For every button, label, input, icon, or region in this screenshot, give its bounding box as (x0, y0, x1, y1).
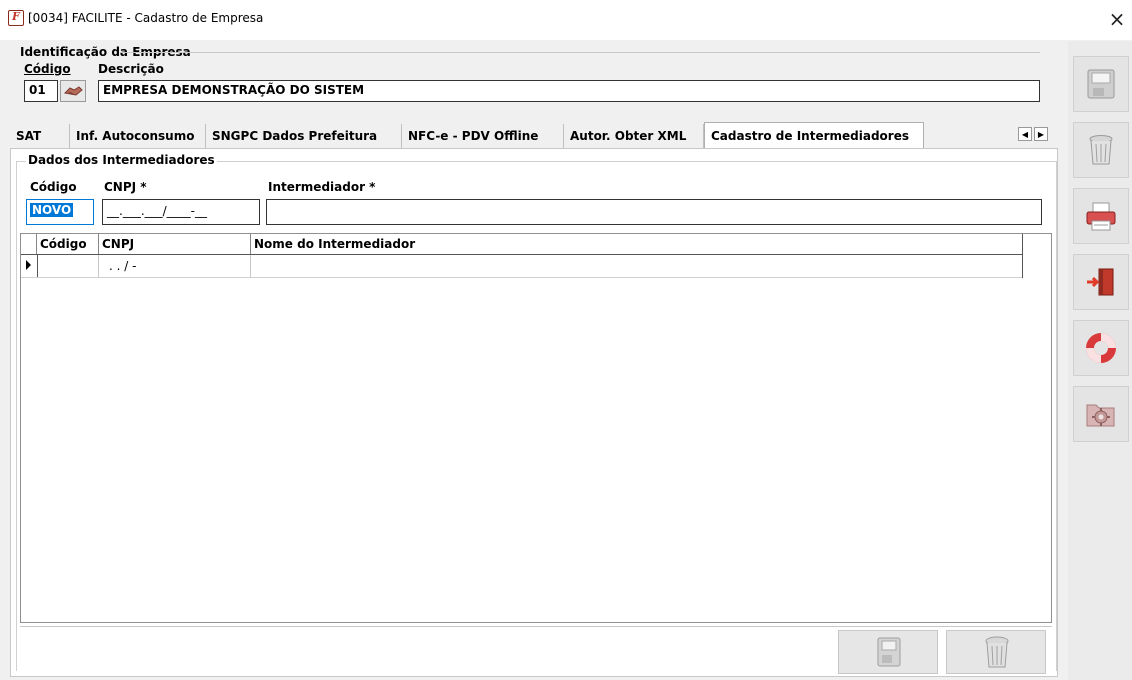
exit-button[interactable] (1073, 254, 1129, 310)
handshake-icon (63, 86, 83, 96)
grid-header-indicator (21, 234, 37, 254)
tab-autor-obter-xml[interactable]: Autor. Obter XML (564, 124, 704, 148)
tab-cadastro-intermediadores[interactable]: Cadastro de Intermediadores (704, 122, 924, 148)
empresa-codigo-input[interactable]: 01 (24, 80, 58, 102)
codigo-label: Código (24, 62, 71, 76)
close-button[interactable]: × (1104, 6, 1130, 32)
exit-door-icon (1087, 268, 1114, 296)
tab-inf-autoconsumo[interactable]: Inf. Autoconsumo (70, 124, 206, 148)
grid-cell-cnpj[interactable]: . . / - (99, 255, 251, 277)
intermediadores-legend: Dados dos Intermediadores (26, 153, 217, 167)
codigo-selected-text: NOVO (30, 203, 74, 217)
descricao-label: Descrição (98, 62, 164, 76)
tab-bar: SAT Inf. Autoconsumo SNGPC Dados Prefeit… (10, 122, 1060, 148)
row-indicator-icon (21, 255, 37, 275)
tab-scroll-left-icon[interactable]: ◀ (1018, 127, 1032, 141)
grid-cell-nome[interactable] (251, 255, 1023, 277)
app-logo-icon: F (8, 10, 24, 26)
settings-button[interactable] (1073, 386, 1129, 442)
grid-header-nome[interactable]: Nome do Intermediador (251, 234, 1023, 254)
grid-header-codigo[interactable]: Código (37, 234, 99, 254)
table-row[interactable]: . . / - (21, 255, 1023, 278)
save-icon (1087, 69, 1115, 99)
window-title: [0034] FACILITE - Cadastro de Empresa (28, 11, 264, 25)
grid-header-cnpj[interactable]: CNPJ (99, 234, 251, 254)
title-bar: F [0034] FACILITE - Cadastro de Empresa … (0, 0, 1132, 40)
save-button[interactable] (1073, 56, 1129, 112)
identificacao-divider (120, 52, 1040, 53)
trash-icon (985, 636, 1009, 668)
lifebuoy-icon (1086, 333, 1116, 363)
intermediador-label: Intermediador * (268, 180, 376, 194)
group-border-left (16, 161, 17, 671)
save-intermediador-button[interactable] (838, 630, 938, 674)
group-border-right (1056, 161, 1057, 671)
tab-sngpc-dados-prefeitura[interactable]: SNGPC Dados Prefeitura (206, 124, 402, 148)
grid-cell-codigo[interactable] (37, 255, 99, 277)
tab-nfce-pdv-offline[interactable]: NFC-e - PDV Offline (402, 124, 564, 148)
grid-header: Código CNPJ Nome do Intermediador (21, 234, 1023, 255)
tab-sat[interactable]: SAT (10, 124, 70, 148)
empresa-descricao-input[interactable]: EMPRESA DEMONSTRAÇÃO DO SISTEM (98, 80, 1040, 102)
tab-scroll-right-icon[interactable]: ▶ (1034, 127, 1048, 141)
intermediadores-grid[interactable]: Código CNPJ Nome do Intermediador . . / … (20, 233, 1052, 623)
trash-icon (1089, 135, 1113, 165)
grid-right-border (1022, 234, 1023, 278)
main-window: F [0034] FACILITE - Cadastro de Empresa … (0, 0, 1132, 680)
help-button[interactable] (1073, 320, 1129, 376)
cnpj-label: CNPJ * (104, 180, 147, 194)
print-button[interactable] (1073, 188, 1129, 244)
action-sidebar (1068, 41, 1132, 680)
search-empresa-button[interactable] (60, 80, 86, 102)
bottom-divider (20, 626, 1052, 627)
intermediador-codigo-label: Código (30, 180, 77, 194)
intermediador-input[interactable] (266, 199, 1042, 225)
delete-button[interactable] (1073, 122, 1129, 178)
cnpj-input[interactable]: __.___.___/____-__ (102, 199, 260, 225)
delete-intermediador-button[interactable] (946, 630, 1046, 674)
intermediador-codigo-input[interactable]: NOVO (26, 199, 94, 225)
printer-icon (1086, 202, 1116, 231)
save-icon (877, 637, 901, 667)
settings-folder-icon (1086, 404, 1115, 427)
